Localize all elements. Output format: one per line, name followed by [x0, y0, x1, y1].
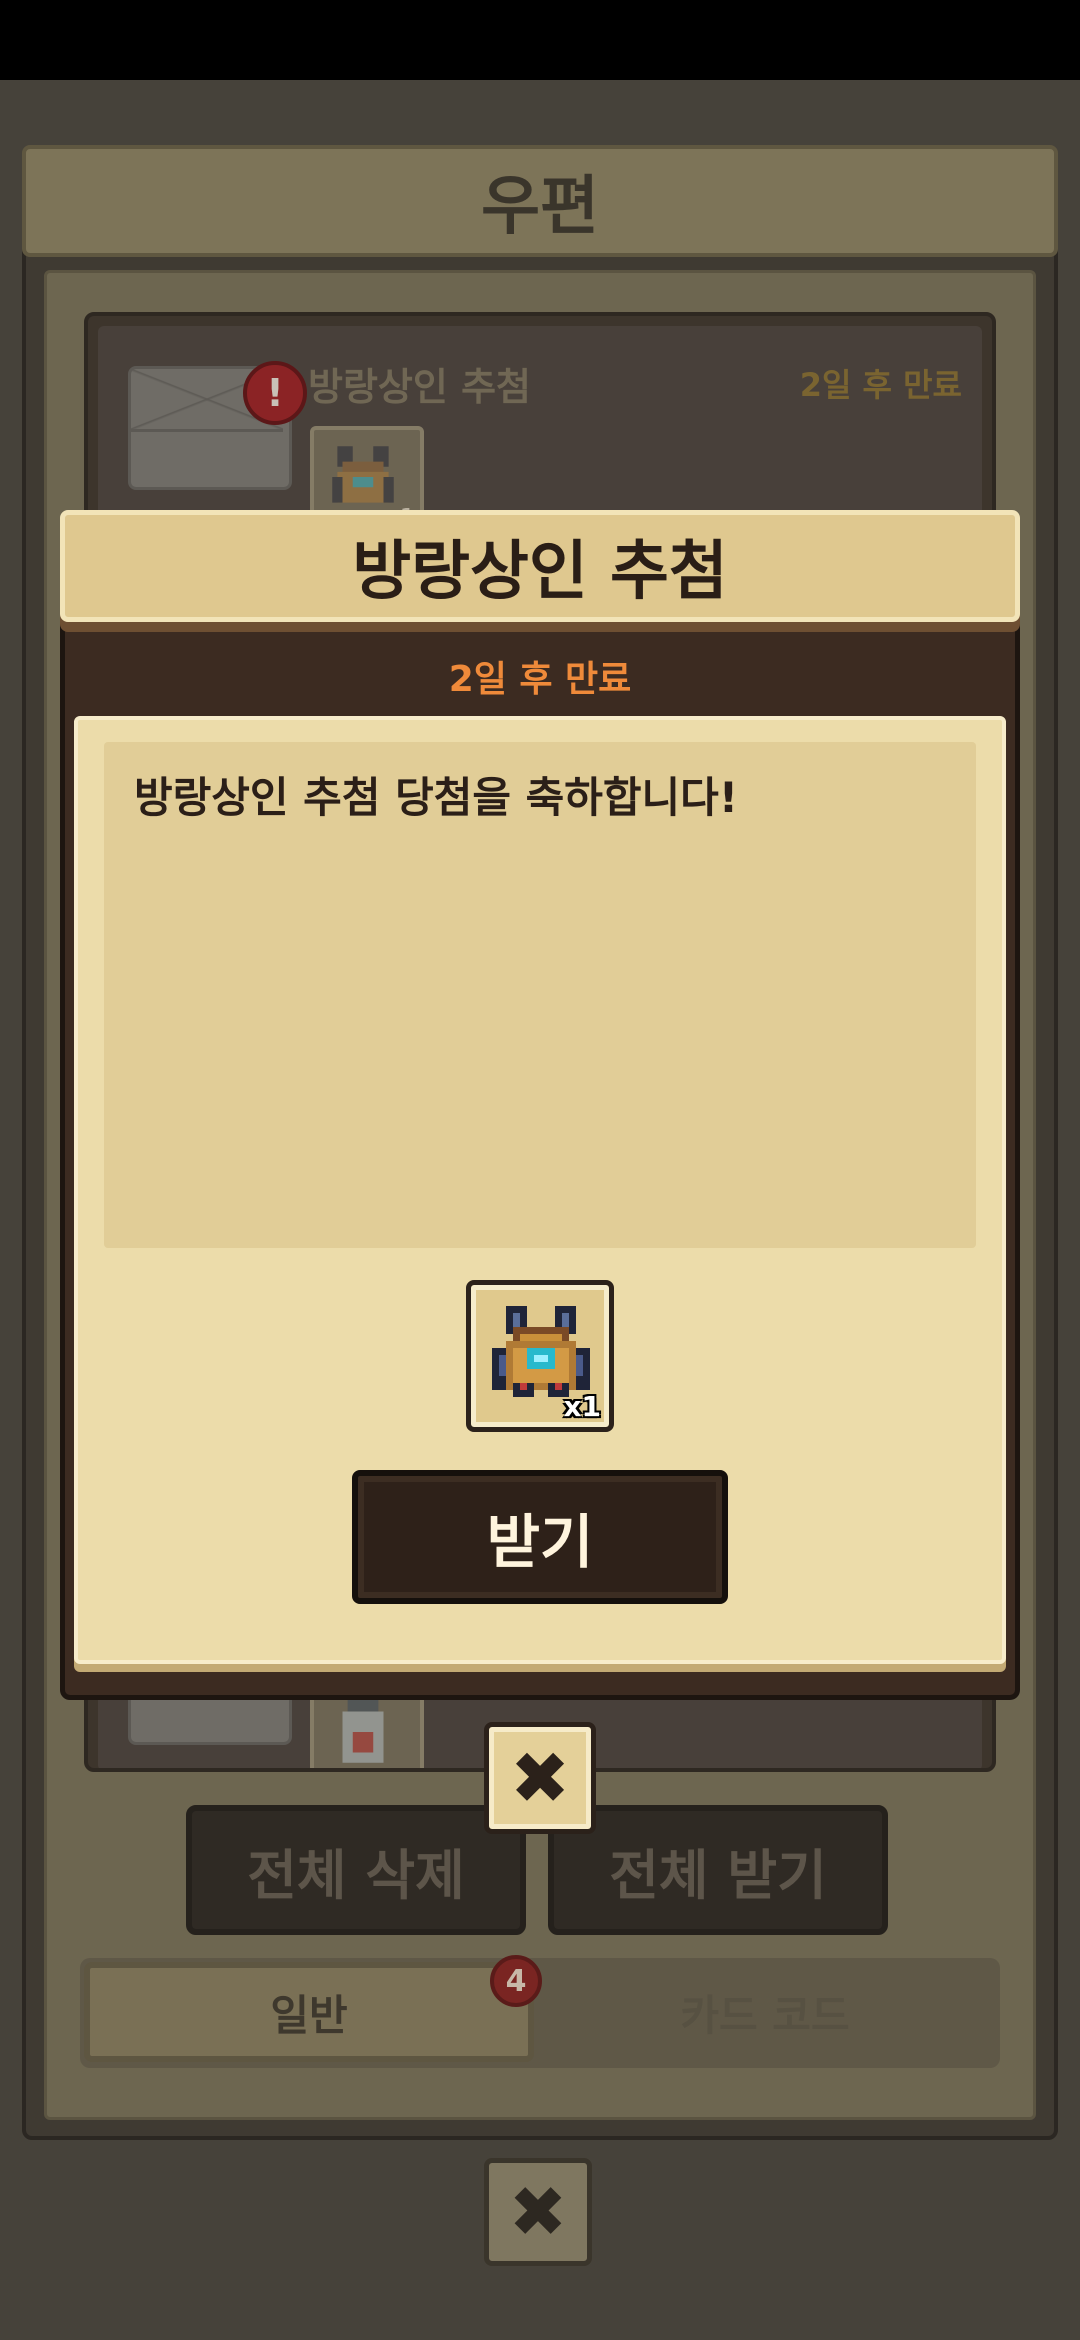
mail-item-title: 방랑상인 추첨 [308, 365, 531, 409]
popup-expire: 2일 후 만료 [448, 659, 632, 700]
reward-item-slot[interactable]: x1 [466, 1280, 614, 1432]
potion-jar-icon [342, 1696, 384, 1763]
receive-button[interactable]: 받기 [352, 1470, 728, 1604]
tab-card-code[interactable]: 카드 코드 [540, 1962, 990, 2062]
mailbox-close-button[interactable]: ✖ [484, 2158, 592, 2266]
tab-badge: 4 [490, 1955, 542, 2007]
popup-message: 방랑상인 추첨 당첨을 축하합니다! [134, 773, 738, 822]
mail-item-expire: 2일 후 만료 [799, 366, 962, 404]
reward-quantity: x1 [563, 1390, 601, 1423]
close-icon: ✖ [508, 2171, 568, 2253]
delete-all-button[interactable]: 전체 삭제 [186, 1805, 526, 1935]
mailbox-title: 우편 [22, 145, 1058, 257]
close-icon: ✖ [509, 1736, 571, 1820]
mail-item[interactable]: ! 방랑상인 추첨 2일 후 만료 x1 [98, 326, 982, 534]
tab-general[interactable]: 일반 [84, 1962, 534, 2062]
popup-close-button[interactable]: ✖ [484, 1722, 596, 1834]
alert-icon: ! [243, 361, 307, 425]
receive-all-button[interactable]: 전체 받기 [548, 1805, 888, 1935]
status-bar [0, 0, 1080, 80]
popup-title: 방랑상인 추첨 [60, 510, 1020, 622]
